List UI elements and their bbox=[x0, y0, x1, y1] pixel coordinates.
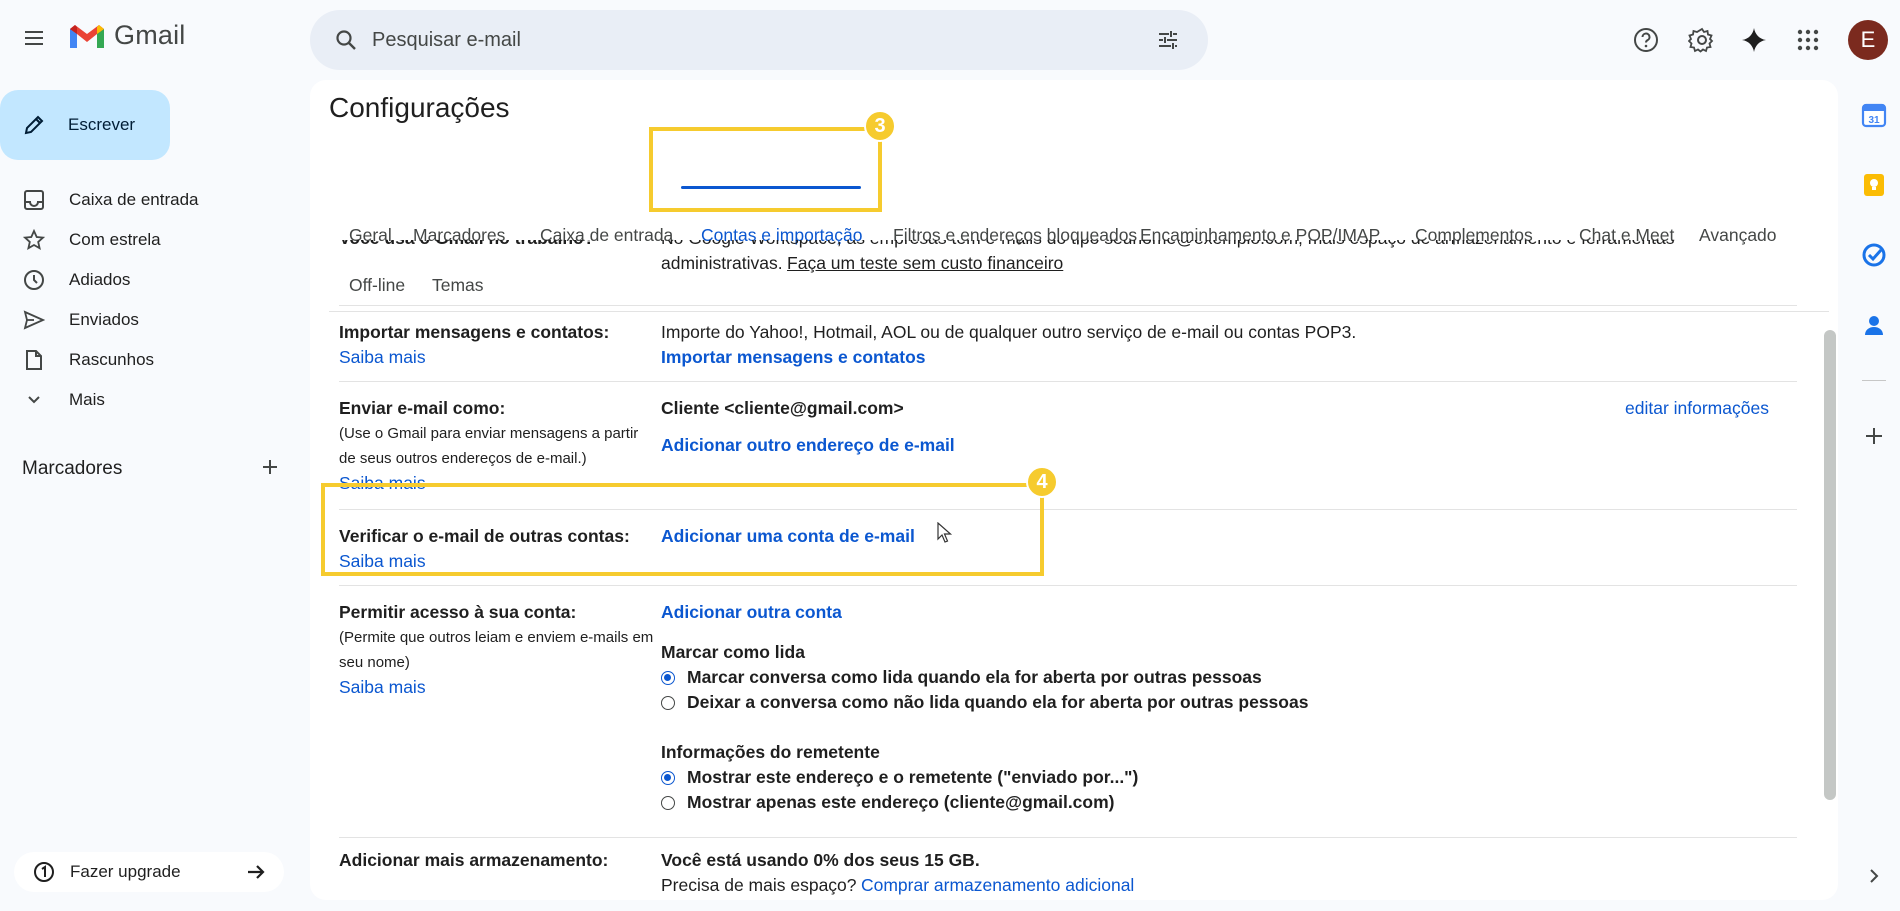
edit-info-link[interactable]: editar informações bbox=[1625, 396, 1769, 421]
row-label: Você usa o Gmail no trabalho? bbox=[339, 240, 659, 251]
buy-storage-link[interactable]: Comprar armazenamento adicional bbox=[861, 875, 1134, 895]
sidebar-item-label: Mais bbox=[69, 390, 105, 409]
gmail-logo[interactable]: Gmail bbox=[68, 20, 186, 51]
upgrade-button[interactable]: Fazer upgrade bbox=[14, 852, 284, 892]
radio-label: Marcar conversa como lida quando ela for… bbox=[687, 667, 1262, 687]
search-bar[interactable] bbox=[310, 10, 1208, 70]
storage-need-more: Precisa de mais espaço? bbox=[661, 875, 857, 895]
grant-access-row: Permitir acesso à sua conta: (Permite qu… bbox=[339, 586, 1797, 838]
labels-section-header: Marcadores bbox=[22, 454, 280, 484]
radio-selected[interactable] bbox=[661, 670, 675, 685]
radio-unselected[interactable] bbox=[661, 695, 675, 710]
import-row: Importar mensagens e contatos: Saiba mai… bbox=[339, 306, 1797, 382]
compose-label: Escrever bbox=[68, 115, 136, 134]
import-messages-link[interactable]: Importar mensagens e contatos bbox=[661, 345, 1801, 370]
top-bar: Gmail E bbox=[0, 0, 1900, 80]
arrow-right-icon bbox=[244, 860, 268, 884]
upgrade-label: Fazer upgrade bbox=[70, 862, 181, 881]
radio-label: Mostrar este endereço e o remetente ("en… bbox=[687, 767, 1139, 787]
mark-read-option-2[interactable]: Deixar a conversa como não lida quando e… bbox=[661, 690, 1801, 715]
mark-read-heading: Marcar como lida bbox=[661, 642, 805, 662]
highlight-box-tab bbox=[649, 127, 882, 212]
row-label: Permitir acesso à sua conta: bbox=[339, 602, 577, 622]
row-label: Importar mensagens e contatos: bbox=[339, 322, 610, 342]
workspace-row: Você usa o Gmail no trabalho? No Google … bbox=[339, 240, 1797, 306]
learn-more-link[interactable]: Saiba mais bbox=[339, 345, 659, 370]
tasks-icon[interactable] bbox=[1856, 237, 1892, 273]
add-label-icon[interactable] bbox=[260, 457, 280, 482]
keep-icon[interactable] bbox=[1856, 167, 1892, 203]
sender-info-heading: Informações do remetente bbox=[661, 742, 880, 762]
add-addon-icon[interactable] bbox=[1856, 418, 1892, 454]
contacts-icon[interactable] bbox=[1856, 307, 1892, 343]
apps-grid-icon[interactable] bbox=[1788, 20, 1828, 60]
step-badge-3: 3 bbox=[864, 110, 896, 142]
labels-heading: Marcadores bbox=[22, 458, 123, 479]
grant-access-description-cont: seu nome) bbox=[339, 654, 410, 671]
sidebar-item-label: Rascunhos bbox=[69, 350, 155, 369]
expand-panel-chevron-icon[interactable] bbox=[1856, 858, 1892, 894]
sidebar-item-label: Caixa de entrada bbox=[69, 190, 199, 209]
app-name: Gmail bbox=[114, 20, 186, 50]
search-input[interactable] bbox=[372, 28, 1148, 52]
learn-more-link[interactable]: Saiba mais bbox=[339, 675, 659, 700]
sidebar-item-label: Adiados bbox=[69, 270, 131, 289]
sidebar-nav: Caixa de entrada Com estrela Adiados Env… bbox=[0, 180, 300, 420]
workspace-trial-link[interactable]: Faça um teste sem custo financeiro bbox=[787, 253, 1063, 273]
mark-read-option-1[interactable]: Marcar conversa como lida quando ela for… bbox=[661, 665, 1801, 690]
highlight-box-row bbox=[321, 483, 1044, 576]
gemini-sparkle-icon[interactable] bbox=[1734, 20, 1774, 60]
storage-row: Adicionar mais armazenamento: Você está … bbox=[339, 838, 1797, 900]
search-options-icon[interactable] bbox=[1148, 20, 1188, 60]
workspace-description-cont: administrativas. bbox=[661, 253, 783, 273]
pencil-icon bbox=[20, 111, 48, 139]
send-as-description: (Use o Gmail para enviar mensagens a par… bbox=[339, 425, 639, 442]
sidebar-item-more[interactable]: Mais bbox=[0, 380, 300, 420]
step-badge-4: 4 bbox=[1026, 466, 1058, 498]
scrollbar-thumb[interactable] bbox=[1824, 330, 1836, 800]
add-another-account-link[interactable]: Adicionar outra conta bbox=[661, 600, 1801, 625]
send-icon bbox=[22, 308, 46, 332]
search-icon[interactable] bbox=[326, 20, 366, 60]
radio-selected[interactable] bbox=[661, 770, 675, 785]
grant-access-description: (Permite que outros leiam e enviem e-mai… bbox=[339, 629, 654, 646]
row-label: Adicionar mais armazenamento: bbox=[339, 850, 609, 870]
sidebar-item-drafts[interactable]: Rascunhos bbox=[0, 340, 300, 380]
sender-option-1[interactable]: Mostrar este endereço e o remetente ("en… bbox=[661, 765, 1801, 790]
sidebar-item-sent[interactable]: Enviados bbox=[0, 300, 300, 340]
svg-text:31: 31 bbox=[1868, 115, 1880, 126]
compose-button[interactable]: Escrever bbox=[0, 90, 170, 160]
settings-gear-icon[interactable] bbox=[1682, 20, 1722, 60]
sidebar-item-label: Enviados bbox=[69, 310, 139, 329]
mouse-cursor-icon bbox=[937, 522, 953, 543]
help-icon[interactable] bbox=[1626, 20, 1666, 60]
calendar-icon[interactable]: 31 bbox=[1856, 97, 1892, 133]
workspace-description: No Google Workspace, as empresas têm e-m… bbox=[661, 240, 1801, 251]
rail-divider bbox=[1862, 380, 1886, 381]
upgrade-badge-icon bbox=[32, 860, 56, 884]
row-label: Enviar e-mail como: bbox=[339, 398, 506, 418]
sidebar-item-starred[interactable]: Com estrela bbox=[0, 220, 300, 260]
account-avatar[interactable]: E bbox=[1848, 20, 1888, 60]
sidebar-item-label: Com estrela bbox=[69, 230, 161, 249]
storage-usage: Você está usando 0% dos seus 15 GB. bbox=[661, 850, 980, 870]
radio-unselected[interactable] bbox=[661, 795, 675, 810]
clock-icon bbox=[22, 268, 46, 292]
main-menu-icon[interactable] bbox=[14, 18, 54, 58]
gmail-m-icon bbox=[70, 24, 104, 48]
sidebar-item-snoozed[interactable]: Adiados bbox=[0, 260, 300, 300]
draft-icon bbox=[22, 348, 46, 372]
radio-label: Deixar a conversa como não lida quando e… bbox=[687, 692, 1309, 712]
page-title: Configurações bbox=[329, 92, 510, 123]
star-icon bbox=[22, 228, 46, 252]
chevron-down-icon bbox=[22, 388, 46, 412]
inbox-icon bbox=[22, 188, 46, 212]
add-email-address-link[interactable]: Adicionar outro endereço de e-mail bbox=[661, 433, 1801, 458]
import-description: Importe do Yahoo!, Hotmail, AOL ou de qu… bbox=[661, 322, 1357, 342]
radio-label: Mostrar apenas este endereço (cliente@gm… bbox=[687, 792, 1115, 812]
sender-option-2[interactable]: Mostrar apenas este endereço (cliente@gm… bbox=[661, 790, 1801, 815]
sidebar-item-inbox[interactable]: Caixa de entrada bbox=[0, 180, 300, 220]
send-as-description-cont: de seus outros endereços de e-mail.) bbox=[339, 450, 587, 467]
